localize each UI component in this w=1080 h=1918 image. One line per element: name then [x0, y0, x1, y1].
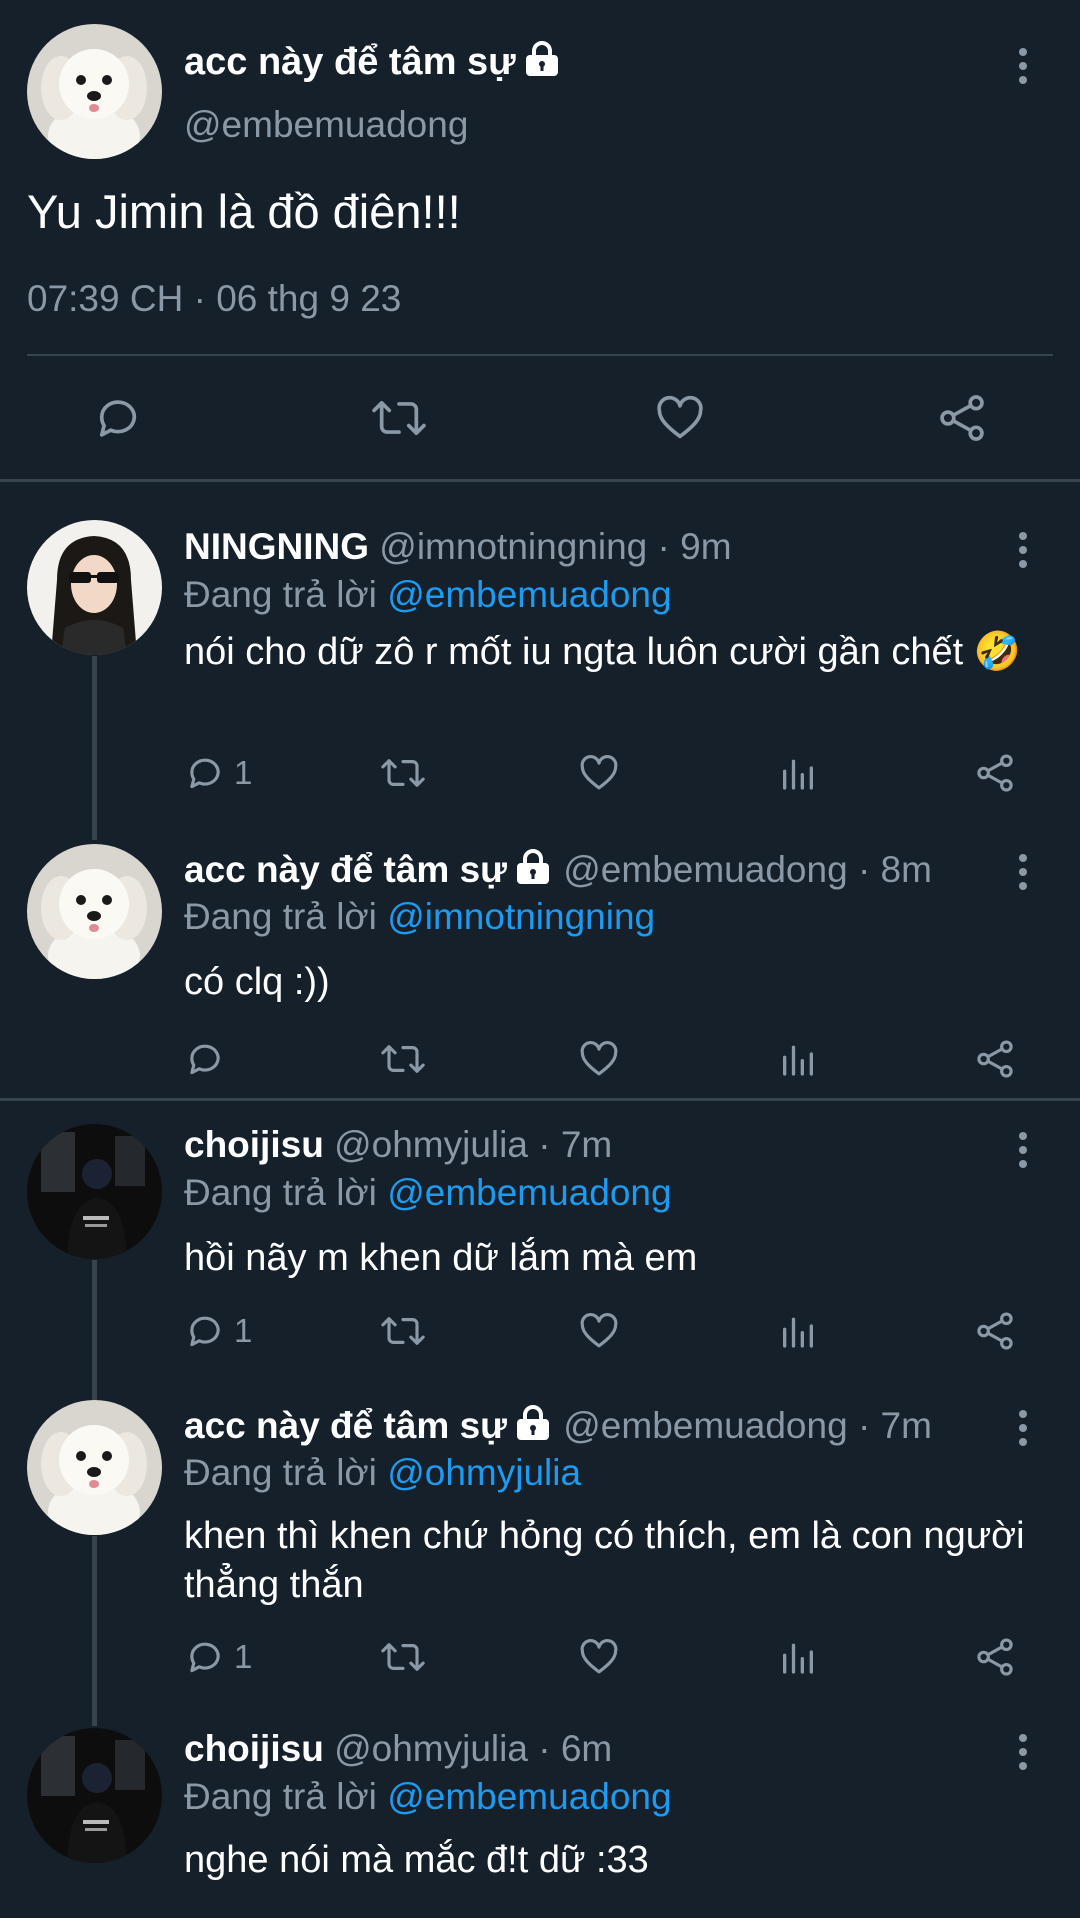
retweet-icon[interactable]: [380, 1310, 426, 1352]
like-icon[interactable]: [578, 1636, 620, 1678]
lock-icon: [513, 848, 553, 895]
mention-link[interactable]: @embemuadong: [387, 1172, 671, 1213]
analytics-icon[interactable]: [778, 752, 818, 794]
more-options-icon[interactable]: [1012, 852, 1034, 892]
like-icon[interactable]: [578, 752, 620, 794]
display-name[interactable]: acc này để tâm sự: [184, 40, 562, 88]
reply-button[interactable]: 1: [184, 752, 252, 794]
main-tweet: acc này để tâm sự @embemuadong Yu Jimin …: [0, 0, 1080, 482]
reply-header: choijisu @ohmyjulia · 6m: [184, 1728, 613, 1769]
more-options-icon[interactable]: [1012, 1130, 1034, 1170]
like-icon[interactable]: [578, 1038, 620, 1080]
reply-time[interactable]: 7m: [881, 1405, 932, 1446]
lock-icon: [522, 40, 562, 88]
thread-line: [92, 1260, 97, 1400]
like-icon[interactable]: [578, 1310, 620, 1352]
analytics-icon[interactable]: [778, 1636, 818, 1678]
thread-line: [92, 656, 97, 840]
reply-header: NINGNING @imnotningning · 9m: [184, 526, 732, 567]
username-handle[interactable]: @embemuadong: [563, 1405, 847, 1446]
retweet-icon[interactable]: [380, 1038, 426, 1080]
reply-header: acc này để tâm sự @embemuadong · 8m: [184, 848, 932, 895]
share-icon[interactable]: [974, 1636, 1016, 1678]
reply-time[interactable]: 9m: [680, 526, 731, 567]
reply-icon: [184, 1310, 226, 1352]
reply-header: choijisu @ohmyjulia · 7m: [184, 1124, 613, 1165]
reply-button[interactable]: [184, 1038, 234, 1080]
reply-text: khen thì khen chứ hỏng có thích, em là c…: [184, 1515, 1025, 1606]
reply-icon: [184, 1038, 226, 1080]
display-name[interactable]: acc này để tâm sự: [184, 1405, 507, 1446]
reply-count: 1: [234, 1638, 253, 1675]
more-options-icon[interactable]: [1012, 1408, 1034, 1448]
avatar[interactable]: [27, 24, 162, 159]
reply-text: hồi nãy m khen dữ lắm mà em: [184, 1237, 698, 1279]
reply-time[interactable]: 8m: [881, 849, 932, 890]
reply-count: 1: [234, 1312, 253, 1349]
tweet-text: Yu Jimin là đồ điên!!!: [27, 185, 461, 238]
thread-line: [92, 1536, 97, 1726]
reply-text: nói cho dữ zô r mốt iu ngta luôn cười gầ…: [184, 631, 1022, 673]
divider: [0, 1098, 1080, 1101]
replying-to: Đang trả lời @embemuadong: [184, 1172, 672, 1213]
divider: [27, 354, 1053, 356]
reply-icon: [184, 752, 226, 794]
mention-link[interactable]: @ohmyjulia: [387, 1452, 581, 1493]
replying-to: Đang trả lời @embemuadong: [184, 574, 672, 615]
like-icon[interactable]: [654, 392, 706, 444]
share-icon[interactable]: [974, 752, 1016, 794]
reply-text: nghe nói mà mắc đ!t dữ :33: [184, 1839, 649, 1881]
reply-time[interactable]: 6m: [561, 1728, 612, 1769]
replying-to: Đang trả lời @embemuadong: [184, 1776, 672, 1817]
display-name[interactable]: acc này để tâm sự: [184, 849, 507, 890]
mention-link[interactable]: @embemuadong: [387, 1776, 671, 1817]
reply-actions: 1: [184, 1310, 1024, 1360]
username-handle[interactable]: @embemuadong: [184, 104, 468, 146]
more-options-icon[interactable]: [1012, 530, 1034, 570]
reply-actions: 1: [184, 1636, 1024, 1686]
reply-icon: [184, 1636, 226, 1678]
mention-link[interactable]: @imnotningning: [387, 896, 655, 937]
display-name[interactable]: choijisu: [184, 1124, 324, 1165]
avatar[interactable]: [27, 1124, 162, 1259]
analytics-icon[interactable]: [778, 1038, 818, 1080]
reply-button[interactable]: 1: [184, 1636, 252, 1678]
reply-actions: 1: [184, 752, 1024, 802]
retweet-icon[interactable]: [380, 1636, 426, 1678]
share-icon[interactable]: [974, 1038, 1016, 1080]
share-icon[interactable]: [936, 392, 988, 444]
more-options-icon[interactable]: [1012, 46, 1034, 86]
avatar[interactable]: [27, 520, 162, 655]
username-handle[interactable]: @ohmyjulia: [334, 1728, 528, 1769]
analytics-icon[interactable]: [778, 1310, 818, 1352]
reply-text: có clq :)): [184, 961, 330, 1003]
retweet-icon[interactable]: [370, 392, 428, 444]
tweet-timestamp[interactable]: 07:39 CH · 06 thg 9 23: [27, 278, 401, 320]
lock-icon: [513, 1404, 553, 1451]
avatar[interactable]: [27, 844, 162, 979]
avatar[interactable]: [27, 1400, 162, 1535]
retweet-icon[interactable]: [380, 752, 426, 794]
username-handle[interactable]: @imnotningning: [379, 526, 647, 567]
username-handle[interactable]: @ohmyjulia: [334, 1124, 528, 1165]
display-name[interactable]: choijisu: [184, 1728, 324, 1769]
mention-link[interactable]: @embemuadong: [387, 574, 671, 615]
reply-actions: [184, 1038, 1024, 1088]
reply-time[interactable]: 7m: [561, 1124, 612, 1165]
reply-count: 1: [234, 754, 253, 791]
share-icon[interactable]: [974, 1310, 1016, 1352]
replying-to: Đang trả lời @imnotningning: [184, 896, 656, 937]
replying-to: Đang trả lời @ohmyjulia: [184, 1452, 582, 1493]
avatar[interactable]: [27, 1728, 162, 1863]
reply-header: acc này để tâm sự @embemuadong · 7m: [184, 1404, 932, 1451]
reply-icon[interactable]: [92, 392, 144, 444]
display-name[interactable]: NINGNING: [184, 526, 369, 567]
reply-button[interactable]: 1: [184, 1310, 252, 1352]
more-options-icon[interactable]: [1012, 1732, 1034, 1772]
username-handle[interactable]: @embemuadong: [563, 849, 847, 890]
